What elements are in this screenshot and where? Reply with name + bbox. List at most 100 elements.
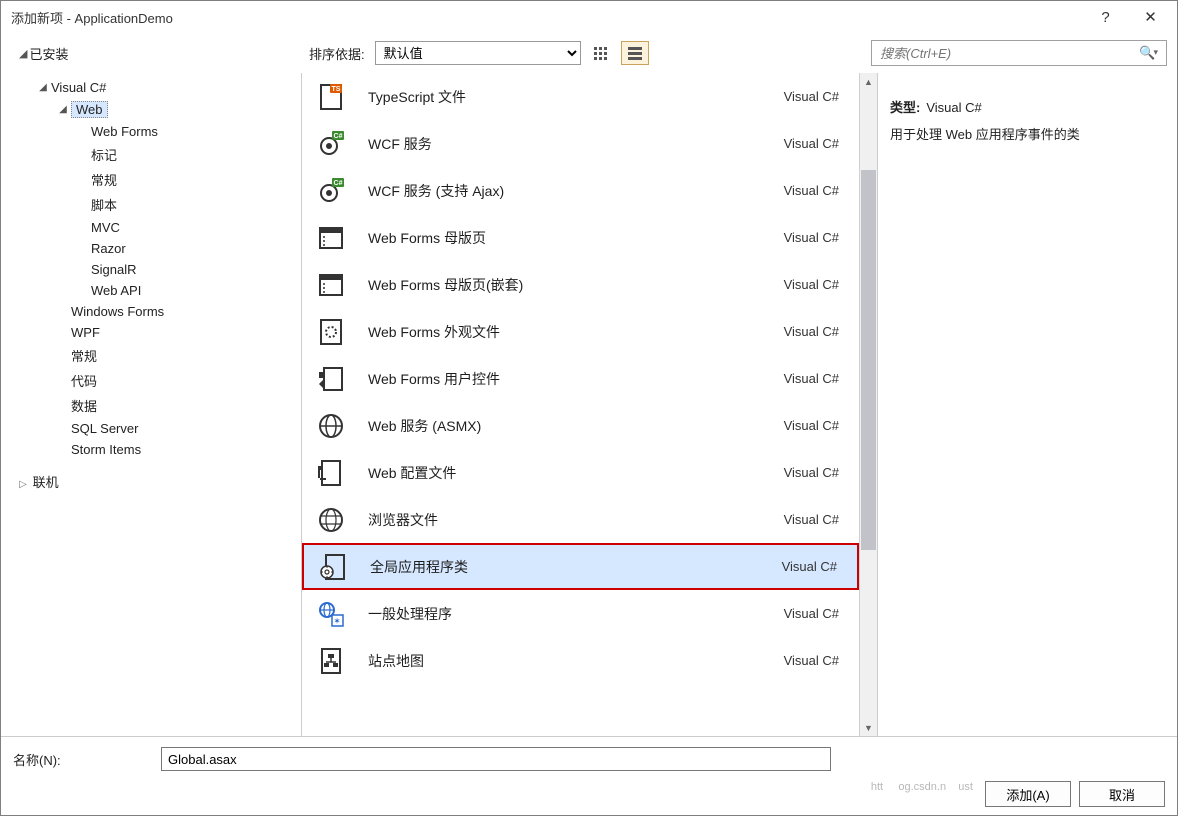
scroll-thumb[interactable] [861, 170, 876, 550]
template-row[interactable]: Web Forms 母版页(嵌套) Visual C# [302, 261, 859, 308]
template-row[interactable]: Web Forms 外观文件 Visual C# [302, 308, 859, 355]
close-icon: ✕ [1144, 8, 1157, 26]
template-row[interactable]: 浏览器文件 Visual C# [302, 496, 859, 543]
scroll-down-icon[interactable]: ▼ [860, 719, 877, 736]
tree-label: SignalR [91, 262, 137, 277]
tree-label: Razor [91, 241, 126, 256]
template-row[interactable]: C# WCF 服务 Visual C# [302, 120, 859, 167]
template-name: 浏览器文件 [368, 510, 784, 530]
tree-node[interactable]: Storm Items [57, 439, 301, 460]
config-icon [314, 456, 348, 490]
search-box[interactable]: 🔍▾ [871, 40, 1167, 66]
template-lang: Visual C# [784, 512, 839, 527]
gear-cs-icon: C# [314, 127, 348, 161]
template-name: WCF 服务 [368, 134, 784, 154]
globe-lines-icon [314, 503, 348, 537]
toolbar: ◢ 已安装 排序依据: 默认值 🔍▾ [1, 33, 1177, 73]
grid-icon [594, 47, 607, 60]
tree-node[interactable]: Windows Forms [57, 301, 301, 322]
tree-node[interactable]: 数据 [57, 393, 301, 418]
add-button-label: 添加(A) [1006, 785, 1049, 804]
tree-node[interactable]: 脚本 [77, 192, 301, 217]
tree-node-web[interactable]: ◢Web [57, 98, 301, 121]
type-value: Visual C# [926, 100, 981, 115]
tree-label: 常规 [71, 346, 97, 365]
tree-node[interactable]: 常规 [77, 167, 301, 192]
tree-node[interactable]: Web Forms [77, 121, 301, 142]
tree-node[interactable]: Web API [77, 280, 301, 301]
template-row[interactable]: TS TypeScript 文件 Visual C# [302, 73, 859, 120]
template-row[interactable]: Web 服务 (ASMX) Visual C# [302, 402, 859, 449]
master-icon [314, 221, 348, 255]
tree-label: Windows Forms [71, 304, 164, 319]
tree-node[interactable]: Razor [77, 238, 301, 259]
scroll-up-icon[interactable]: ▲ [860, 73, 877, 90]
global-app-icon [316, 550, 350, 584]
template-lang: Visual C# [782, 559, 837, 574]
svg-text:TS: TS [332, 86, 341, 93]
cancel-button[interactable]: 取消 [1079, 781, 1165, 807]
master-icon [314, 268, 348, 302]
template-row[interactable]: Web Forms 用户控件 Visual C# [302, 355, 859, 402]
tree-header[interactable]: ◢ 已安装 [17, 44, 303, 63]
footer: 名称(N): htt og.csdn.n ust 添加(A) 取消 [1, 736, 1177, 815]
tree-label: 代码 [71, 371, 97, 390]
template-lang: Visual C# [784, 136, 839, 151]
close-button[interactable]: ✕ [1128, 3, 1173, 31]
skin-icon [314, 315, 348, 349]
gear-cs-icon: C# [314, 174, 348, 208]
template-name: Web Forms 用户控件 [368, 369, 784, 389]
tree-label: 脚本 [91, 195, 117, 214]
view-list-button[interactable] [621, 41, 649, 65]
template-name: 一般处理程序 [368, 604, 784, 624]
tree-node[interactable]: MVC [77, 217, 301, 238]
template-name: Web 服务 (ASMX) [368, 416, 784, 436]
template-name: Web 配置文件 [368, 463, 784, 483]
search-input[interactable] [878, 45, 1139, 62]
sort-label: 排序依据: [309, 44, 365, 63]
template-lang: Visual C# [784, 465, 839, 480]
tree-label: Web [71, 101, 108, 118]
main-area: ◢Visual C# ◢Web Web Forms标记常规脚本MVCRazorS… [1, 73, 1177, 736]
tree-node[interactable]: 常规 [57, 343, 301, 368]
help-button[interactable]: ? [1083, 3, 1128, 31]
sitemap-icon [314, 644, 348, 678]
tree-node-visual-csharp[interactable]: ◢Visual C# [37, 77, 301, 98]
template-row[interactable]: Web 配置文件 Visual C# [302, 449, 859, 496]
tree-label: SQL Server [71, 421, 138, 436]
tree-node[interactable]: SQL Server [57, 418, 301, 439]
template-row[interactable]: ✶ 一般处理程序 Visual C# [302, 590, 859, 637]
template-lang: Visual C# [784, 418, 839, 433]
template-row[interactable]: 全局应用程序类 Visual C# [302, 543, 859, 590]
tree-label: Storm Items [71, 442, 141, 457]
template-name: TypeScript 文件 [368, 87, 784, 107]
name-row: 名称(N): [13, 747, 1165, 771]
tree-node[interactable]: 标记 [77, 142, 301, 167]
expand-icon[interactable]: ▷ [17, 479, 29, 490]
tree-node[interactable]: WPF [57, 322, 301, 343]
scrollbar[interactable]: ▲ ▼ [860, 73, 877, 736]
name-input[interactable] [161, 747, 831, 771]
type-row: 类型:Visual C# [890, 97, 1167, 116]
tree-node-online[interactable]: 联机 [33, 475, 59, 490]
template-list[interactable]: TS TypeScript 文件 Visual C# C# WCF 服务 Vis… [302, 73, 860, 736]
tree-label: Web API [91, 283, 141, 298]
titlebar: 添加新项 - ApplicationDemo ? ✕ [1, 1, 1177, 33]
installed-label: 已安装 [29, 44, 68, 63]
template-row[interactable]: C# WCF 服务 (支持 Ajax) Visual C# [302, 167, 859, 214]
template-lang: Visual C# [784, 277, 839, 292]
template-lang: Visual C# [784, 606, 839, 621]
template-name: Web Forms 母版页 [368, 228, 784, 248]
add-button[interactable]: 添加(A) [985, 781, 1071, 807]
template-row[interactable]: Web Forms 母版页 Visual C# [302, 214, 859, 261]
tree-node[interactable]: 代码 [57, 368, 301, 393]
view-grid-button[interactable] [587, 41, 615, 65]
list-icon [628, 47, 642, 60]
ts-icon: TS [314, 80, 348, 114]
sort-select[interactable]: 默认值 [375, 41, 581, 65]
search-icon: 🔍▾ [1139, 45, 1160, 61]
handler-icon: ✶ [314, 597, 348, 631]
template-row[interactable]: 站点地图 Visual C# [302, 637, 859, 684]
template-name: Web Forms 母版页(嵌套) [368, 275, 784, 295]
tree-node[interactable]: SignalR [77, 259, 301, 280]
